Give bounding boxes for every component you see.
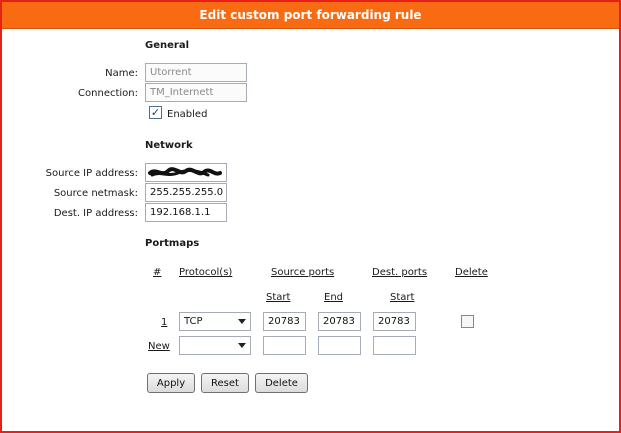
column-protocol[interactable]: Protocol(s) [179,267,232,278]
reset-button[interactable]: Reset [201,373,249,393]
name-field[interactable]: Utorrent [145,63,247,82]
source-end-field[interactable]: 20783 [318,312,361,331]
source-start-field[interactable]: 20783 [263,312,306,331]
source-ip-label: Source IP address: [45,168,138,179]
subcolumn-source-start: Start [266,292,291,303]
new-dest-start-field[interactable] [373,336,416,355]
chevron-down-icon [238,319,246,324]
source-netmask-label: Source netmask: [53,188,138,199]
portmaps-heading: Portmaps [145,238,200,249]
row-index-link[interactable]: 1 [161,317,167,328]
enabled-label: Enabled [167,109,208,120]
chevron-down-icon [238,343,246,348]
column-source-ports[interactable]: Source ports [271,267,334,278]
delete-button[interactable]: Delete [255,373,308,393]
connection-label: Connection: [78,88,138,99]
apply-button[interactable]: Apply [147,373,195,393]
dialog-title: Edit custom port forwarding rule [2,2,619,29]
subcolumn-source-end: End [324,292,344,303]
dest-ip-label: Dest. IP address: [53,208,138,219]
column-index[interactable]: # [153,267,161,278]
source-netmask-field[interactable]: 255.255.255.0 [145,183,227,202]
protocol-select[interactable]: TCP [179,312,251,331]
column-dest-ports[interactable]: Dest. ports [372,267,427,278]
network-heading: Network [145,140,193,151]
new-source-end-field[interactable] [318,336,361,355]
delete-row-checkbox[interactable] [461,315,474,328]
enabled-checkbox[interactable]: ✓ [149,106,162,119]
dest-ip-field[interactable]: 192.168.1.1 [145,203,227,222]
dest-start-field[interactable]: 20783 [373,312,416,331]
connection-field[interactable]: TM_Internett [145,83,247,102]
new-protocol-select[interactable] [179,336,251,355]
redacted-scribble [148,167,222,177]
new-row-link[interactable]: New [148,341,170,352]
column-delete[interactable]: Delete [455,267,488,278]
source-ip-field[interactable] [145,163,227,182]
name-label: Name: [105,68,138,79]
protocol-value: TCP [184,316,203,327]
new-source-start-field[interactable] [263,336,306,355]
dialog-window: Edit custom port forwarding rule General… [0,0,621,433]
subcolumn-dest-start: Start [390,292,415,303]
general-heading: General [145,40,189,51]
